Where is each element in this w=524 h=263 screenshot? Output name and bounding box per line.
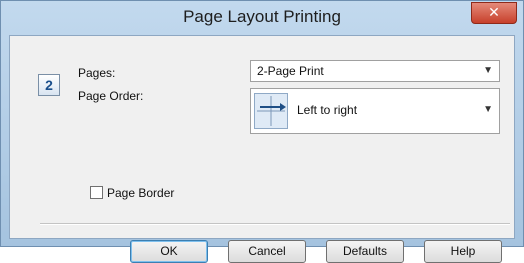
pages-label: Pages: [78,66,116,80]
page-border-label: Page Border [107,186,175,200]
dialog-title: Page Layout Printing [183,7,341,26]
page-border-checkbox-row[interactable]: Page Border [90,186,174,200]
page-order-select-value: Left to right [297,103,358,117]
title-bar[interactable]: Page Layout Printing ✕ [1,1,523,35]
close-button[interactable]: ✕ [471,2,517,24]
cancel-button[interactable]: Cancel [228,240,306,263]
two-page-layout-icon: 2 [38,74,60,96]
dialog-body: 2 Pages: 2-Page Print ▼ Page Order: Left… [9,35,515,263]
chevron-down-icon: ▼ [483,65,493,76]
divider [40,223,510,225]
help-button[interactable]: Help [424,240,502,263]
defaults-button[interactable]: Defaults [326,240,404,263]
page-layout-printing-dialog: Page Layout Printing ✕ 2 Pages: 2-Page P… [0,0,524,263]
left-to-right-icon [254,93,288,129]
left-to-right-icon-graphic [257,96,286,126]
close-icon: ✕ [488,4,500,20]
pages-select-value: 2-Page Print [257,64,324,78]
page-order-select[interactable]: Left to right ▼ [250,88,500,134]
page-order-label: Page Order: [78,89,144,103]
ok-button[interactable]: OK [130,240,208,263]
pages-select[interactable]: 2-Page Print ▼ [250,60,500,82]
page-border-checkbox[interactable] [90,186,103,199]
chevron-down-icon: ▼ [483,104,493,115]
